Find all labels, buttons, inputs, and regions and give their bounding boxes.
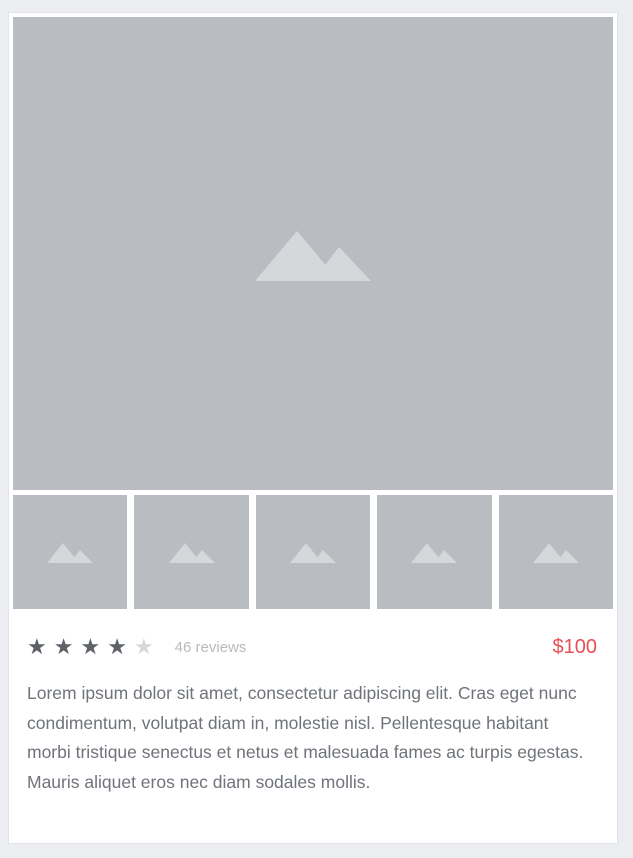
thumbnail-2[interactable] (134, 495, 249, 609)
star-icon: ★ (107, 634, 127, 659)
product-card: ★ ★ ★ ★ ★ 46 reviews $100 Lorem ipsum do… (8, 12, 618, 844)
mountain-icon (532, 543, 579, 563)
star-icon: ★ (80, 634, 101, 659)
star-icon: ★ (27, 634, 47, 659)
star-icon: ★ (53, 634, 74, 659)
thumbnail-4[interactable] (377, 495, 492, 609)
mountain-icon (255, 230, 371, 281)
thumbnail-1[interactable] (13, 495, 128, 609)
thumbnail-3[interactable] (255, 495, 371, 609)
mountain-icon (290, 543, 337, 563)
star-empty-icon: ★ (133, 634, 154, 659)
mountain-icon (411, 543, 458, 563)
mountain-icon (47, 543, 94, 563)
product-description: Lorem ipsum dolor sit amet, consectetur … (27, 683, 584, 792)
thumbnail-strip (13, 495, 614, 609)
price-label: $100 (552, 635, 598, 658)
reviews-count[interactable]: 46 reviews (175, 639, 247, 656)
thumbnail-5[interactable] (498, 495, 614, 609)
mountain-icon (168, 543, 215, 563)
main-image-placeholder[interactable] (13, 17, 613, 490)
star-rating[interactable]: ★ ★ ★ ★ ★ (27, 636, 161, 658)
product-meta: ★ ★ ★ ★ ★ 46 reviews $100 (27, 633, 597, 661)
